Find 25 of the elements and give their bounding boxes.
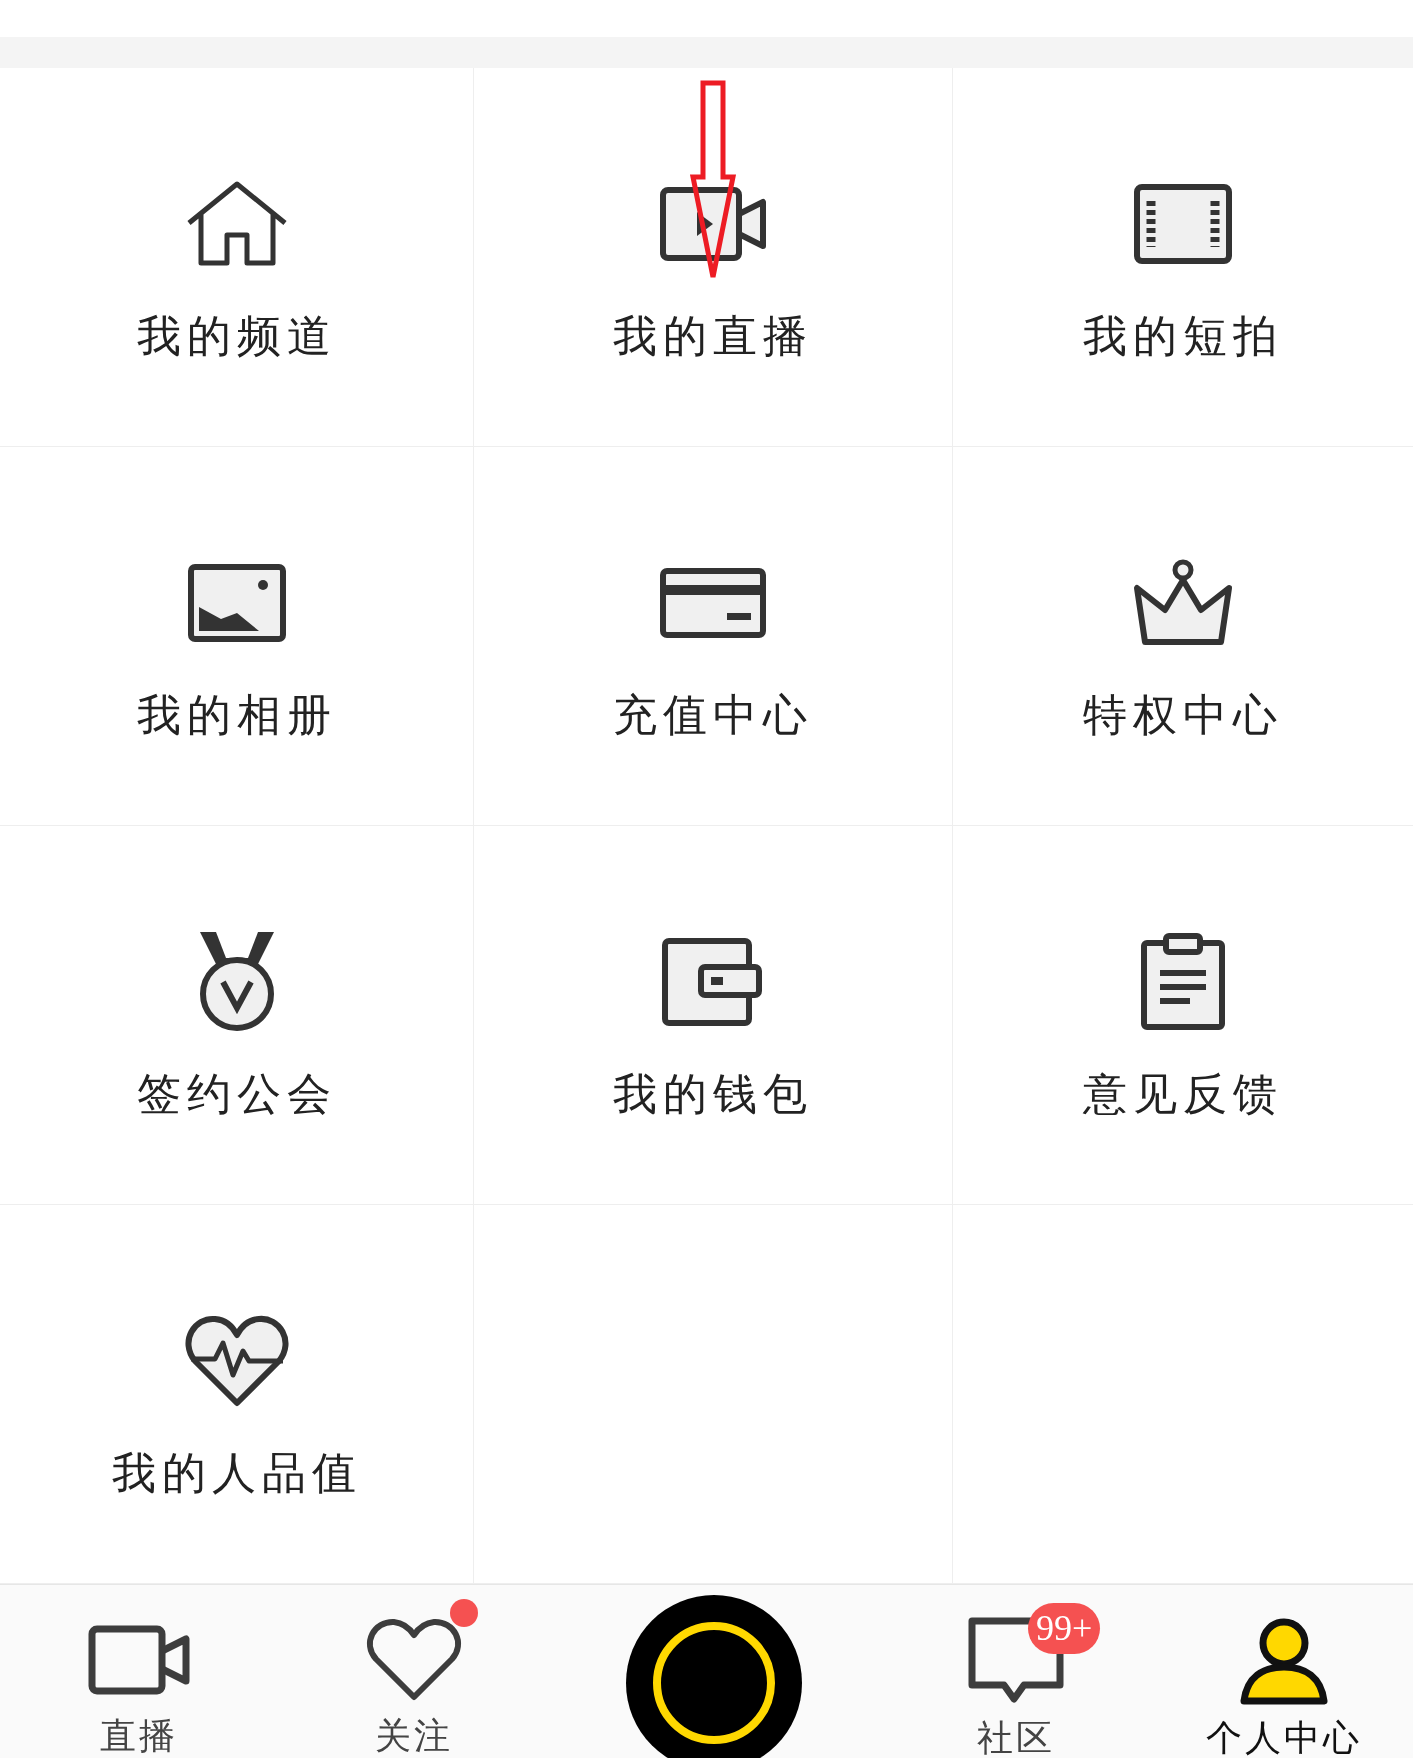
menu-item-label[interactable]: 我的相册 <box>136 683 337 749</box>
credit-card-icon <box>659 567 767 639</box>
wallet-icon <box>661 937 765 1027</box>
menu-item-label[interactable]: 我的频道 <box>136 304 337 370</box>
menu-item-label[interactable]: 我的短拍 <box>1083 304 1283 370</box>
menu-item-label[interactable]: 充值中心 <box>613 683 813 749</box>
tab[interactable]: 关注 <box>375 1717 453 1757</box>
menu-item-label[interactable]: 特权中心 <box>1083 683 1283 749</box>
tab[interactable]: 直播 <box>100 1717 178 1757</box>
tab[interactable]: 个人中心 <box>1205 1719 1362 1758</box>
tab[interactable]: 社区 <box>977 1719 1055 1758</box>
menu-item-label[interactable]: 我的人品值 <box>111 1441 362 1507</box>
film-icon <box>1133 183 1233 265</box>
heart-icon <box>366 1617 462 1703</box>
clipboard-icon <box>1140 933 1226 1031</box>
menu-item-label[interactable]: 意见反馈 <box>1083 1062 1283 1128</box>
count-badge: 99+ <box>1028 1603 1101 1654</box>
video-camera-icon <box>88 1625 190 1695</box>
menu-item-label[interactable]: 签约公会 <box>136 1062 337 1128</box>
heart-pulse-icon <box>184 1313 289 1409</box>
crown-icon <box>1131 558 1235 648</box>
picture-icon <box>186 563 287 643</box>
menu-item-label[interactable]: 我的直播 <box>613 304 813 370</box>
record-button[interactable] <box>626 1595 802 1758</box>
menu-item-label[interactable]: 我的钱包 <box>613 1062 813 1128</box>
